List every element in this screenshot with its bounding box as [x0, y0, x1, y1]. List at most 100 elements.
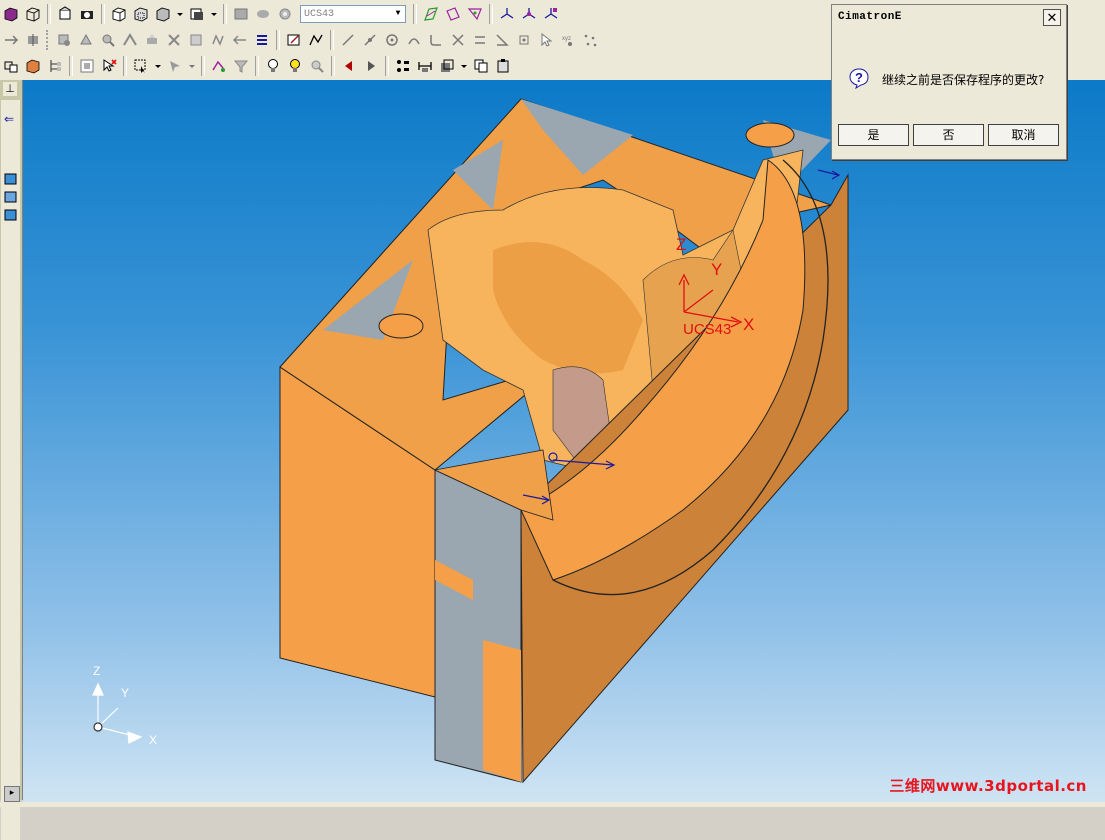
xyz-icon[interactable]: xyz	[558, 30, 578, 50]
light-bulb-icon[interactable]	[263, 56, 283, 76]
measure-icon[interactable]	[415, 56, 435, 76]
surface-icon[interactable]	[465, 4, 485, 24]
ucs43-label: UCS43	[683, 321, 731, 338]
top-hole-left	[378, 313, 424, 339]
status-bar	[0, 802, 1105, 807]
arrow-right-icon[interactable]	[361, 56, 381, 76]
ucs-move-icon[interactable]	[541, 4, 561, 24]
blue-marker-3	[817, 169, 841, 180]
feature-3-icon[interactable]	[98, 30, 118, 50]
dropdown-arrow-icon[interactable]	[187, 56, 197, 76]
close-button[interactable]: ✕	[1043, 9, 1061, 26]
yes-button[interactable]: 是	[838, 124, 909, 146]
triad-y-label: Y	[121, 686, 129, 700]
back-arrow-icon[interactable]: ⇐	[4, 112, 18, 126]
feature-9-icon[interactable]	[230, 30, 250, 50]
question-icon: ?	[849, 68, 869, 89]
angle-icon[interactable]	[492, 30, 512, 50]
separator	[331, 56, 335, 76]
separator	[330, 30, 334, 50]
plane-icon[interactable]	[443, 4, 463, 24]
toolbar-grip[interactable]	[46, 30, 51, 50]
dialog-title-bar[interactable]: CimatronE ✕	[832, 5, 1066, 29]
triad-z-label: Z	[93, 664, 100, 678]
dropdown-arrow-icon[interactable]	[459, 56, 469, 76]
separator	[69, 56, 73, 76]
contour-icon[interactable]	[306, 30, 326, 50]
hierarchy-icon[interactable]	[393, 56, 413, 76]
separator	[385, 56, 389, 76]
sidebar-box-1-icon[interactable]	[4, 172, 18, 186]
window-select-icon[interactable]	[77, 56, 97, 76]
scroll-right-icon[interactable]: ▸	[4, 786, 20, 802]
insert-icon[interactable]	[23, 30, 43, 50]
assembly-icon[interactable]	[1, 56, 21, 76]
box-wire-icon[interactable]	[23, 4, 43, 24]
feature-1-icon[interactable]	[54, 30, 74, 50]
cursor-icon[interactable]	[536, 30, 556, 50]
move-icon[interactable]	[1, 30, 21, 50]
pin-icon[interactable]: ⊥	[3, 82, 17, 96]
triad-x-label: X	[149, 733, 157, 747]
tree-icon[interactable]	[45, 56, 65, 76]
graphics-viewport[interactable]: Z Y X UCS43 Z Y X 三维网www.3dportal.cn	[23, 80, 1105, 802]
arrow-left-icon[interactable]	[339, 56, 359, 76]
cube-hidden-icon[interactable]	[131, 4, 151, 24]
separator	[123, 56, 127, 76]
scatter-icon[interactable]	[580, 30, 600, 50]
dropdown-arrow-icon[interactable]	[209, 4, 219, 24]
feature-5-icon[interactable]	[142, 30, 162, 50]
ucs43-x-label: X	[743, 315, 754, 334]
ucs-rotate-icon[interactable]	[519, 4, 539, 24]
analysis-icon[interactable]	[209, 56, 229, 76]
paste-icon[interactable]	[493, 56, 513, 76]
feature-2-icon[interactable]	[76, 30, 96, 50]
layer-icon[interactable]	[231, 4, 251, 24]
dropdown-arrow-icon[interactable]	[153, 56, 163, 76]
separator	[201, 56, 205, 76]
light-settings-icon[interactable]	[307, 56, 327, 76]
point-icon[interactable]	[514, 30, 534, 50]
part-icon[interactable]	[23, 56, 43, 76]
trim-icon[interactable]	[448, 30, 468, 50]
shading-icon[interactable]	[55, 4, 75, 24]
curve-icon[interactable]	[421, 4, 441, 24]
front-slab-orange	[483, 640, 521, 782]
select-filter-icon[interactable]	[131, 56, 151, 76]
feature-4-icon[interactable]	[120, 30, 140, 50]
no-button[interactable]: 否	[913, 124, 984, 146]
feature-7-icon[interactable]	[186, 30, 206, 50]
feature-6-icon[interactable]	[164, 30, 184, 50]
cancel-button[interactable]: 取消	[988, 124, 1059, 146]
pick-delete-icon[interactable]	[99, 56, 119, 76]
filter-icon[interactable]	[231, 56, 251, 76]
fillet-icon[interactable]	[426, 30, 446, 50]
dropdown-arrow-icon[interactable]	[175, 4, 185, 24]
feature-8-icon[interactable]	[208, 30, 228, 50]
separator	[47, 4, 51, 24]
line-tangent-icon[interactable]	[360, 30, 380, 50]
view-mode-icon[interactable]	[187, 4, 207, 24]
blob-icon[interactable]	[253, 4, 273, 24]
ucs-select[interactable]: UCS43 ▼	[300, 5, 406, 23]
box-solid-icon[interactable]	[1, 4, 21, 24]
pointer-icon[interactable]	[165, 56, 185, 76]
circle-icon[interactable]	[382, 30, 402, 50]
gear-set-icon[interactable]	[275, 4, 295, 24]
light-bulb-on-icon[interactable]	[285, 56, 305, 76]
sketch-icon[interactable]	[284, 30, 304, 50]
copy-icon[interactable]	[471, 56, 491, 76]
list-icon[interactable]	[252, 30, 272, 50]
sidebar-box-3-icon[interactable]	[4, 208, 18, 222]
cube-view-icon[interactable]	[109, 4, 129, 24]
sidebar-box-2-icon[interactable]	[4, 190, 18, 204]
ucs-axis-icon[interactable]	[497, 4, 517, 24]
ucs43-y-label: Y	[711, 260, 722, 279]
arc-icon[interactable]	[404, 30, 424, 50]
chevron-down-icon[interactable]: ▼	[391, 6, 405, 22]
cube-shaded-icon[interactable]	[153, 4, 173, 24]
stack-icon[interactable]	[437, 56, 457, 76]
line-icon[interactable]	[338, 30, 358, 50]
render-icon[interactable]	[77, 4, 97, 24]
offset-icon[interactable]	[470, 30, 490, 50]
